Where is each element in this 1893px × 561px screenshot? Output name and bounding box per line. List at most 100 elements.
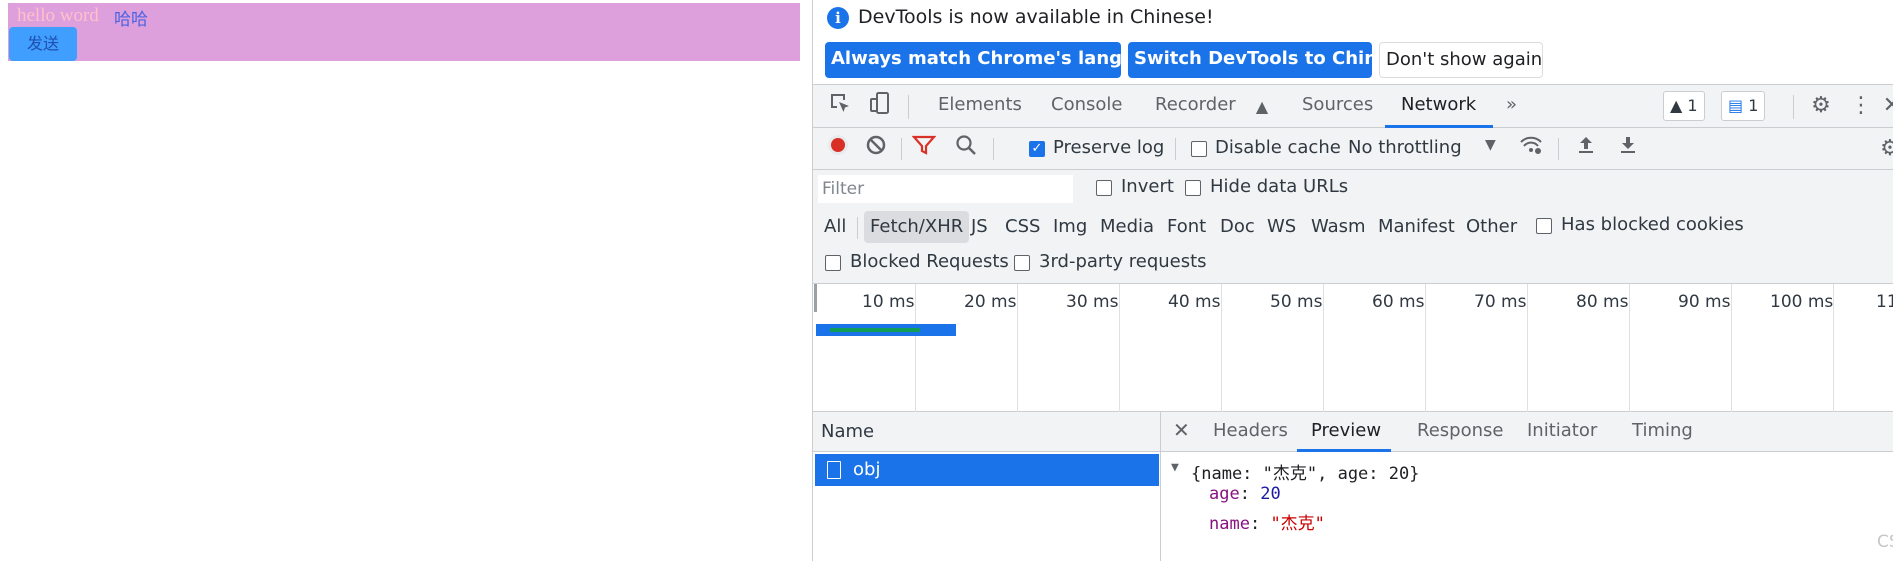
request-row[interactable]: obj — [815, 454, 1159, 486]
type-ws[interactable]: WS — [1265, 211, 1298, 243]
toolbar-separator — [1175, 138, 1176, 160]
timeline-tick — [1731, 284, 1732, 412]
document-icon — [827, 461, 841, 479]
type-wasm[interactable]: Wasm — [1309, 211, 1368, 243]
record-icon[interactable] — [823, 134, 853, 164]
toolbar-separator — [901, 138, 902, 160]
tab-recorder[interactable]: Recorder — [1155, 94, 1236, 115]
type-js[interactable]: JS — [969, 211, 990, 243]
warning-icon: ▲ — [1670, 96, 1683, 115]
network-timeline-overview[interactable]: 10 ms 20 ms 30 ms 40 ms 50 ms 60 ms 70 m… — [813, 284, 1893, 412]
json-summary: {name: "杰克", age: 20} — [1191, 464, 1420, 484]
has-blocked-cookies-label: Has blocked cookies — [1561, 214, 1744, 235]
name-property: name: "杰克" — [1209, 514, 1325, 534]
more-options-icon[interactable]: ⋮ — [1846, 91, 1876, 121]
request-name: obj — [853, 459, 881, 480]
message-icon: ▤ — [1728, 96, 1744, 115]
hide-data-urls-label: Hide data URLs — [1210, 176, 1349, 197]
type-other[interactable]: Other — [1464, 211, 1519, 243]
preserve-log-checkbox[interactable]: ✓ — [1029, 141, 1045, 157]
toolbar-separator — [993, 138, 994, 160]
message-count: 1 — [1748, 96, 1759, 115]
language-info-bar: i DevTools is now available in Chinese! … — [813, 0, 1893, 84]
watermark: CSDN @qq_26113771 — [1877, 532, 1893, 552]
timeline-tick — [1221, 284, 1222, 412]
tab-sources[interactable]: Sources — [1302, 94, 1373, 115]
tab-response[interactable]: Response — [1417, 420, 1503, 441]
devtools-main-toolbar: Elements Console Recorder ▲ Sources Netw… — [813, 84, 1893, 128]
network-conditions-icon[interactable] — [1516, 134, 1546, 164]
invert-label: Invert — [1121, 176, 1174, 197]
timeline-tick-label: 100 ms — [1770, 292, 1834, 312]
timeline-tick — [1629, 284, 1630, 412]
settings-gear-icon[interactable]: ⚙ — [1806, 91, 1836, 121]
flask-icon: ▲ — [1255, 97, 1269, 116]
preserve-log-label: Preserve log — [1053, 137, 1165, 158]
invert-checkbox[interactable] — [1096, 180, 1112, 196]
timeline-tick — [1527, 284, 1528, 412]
age-property: age: 20 — [1209, 484, 1281, 504]
network-settings-icon[interactable]: ⚙ — [1875, 134, 1893, 164]
expand-triangle-icon[interactable]: ▼ — [1171, 460, 1179, 475]
more-tabs-icon[interactable]: » — [1506, 94, 1517, 115]
send-button[interactable]: 发送 — [9, 27, 77, 61]
devtools-panel: i DevTools is now available in Chinese! … — [812, 0, 1893, 561]
hide-data-urls-checkbox[interactable] — [1185, 180, 1201, 196]
close-devtools-icon[interactable]: ✕ — [1877, 91, 1893, 121]
timeline-tick — [1425, 284, 1426, 412]
always-match-language-button[interactable]: Always match Chrome's language — [825, 42, 1172, 78]
blocked-requests-checkbox[interactable] — [825, 255, 841, 271]
tab-headers[interactable]: Headers — [1213, 420, 1288, 441]
hello-text: hello word — [17, 5, 99, 26]
export-har-icon[interactable] — [1613, 134, 1643, 164]
disable-cache-checkbox[interactable] — [1191, 141, 1207, 157]
dont-show-again-button[interactable]: Don't show again — [1379, 42, 1543, 78]
network-toolbar: ✓ Preserve log Disable cache No throttli… — [813, 128, 1893, 170]
filter-icon[interactable] — [909, 134, 939, 164]
blocked-requests-label: Blocked Requests — [850, 251, 1009, 272]
toolbar-separator — [1558, 138, 1559, 160]
tab-initiator[interactable]: Initiator — [1527, 420, 1597, 441]
age-key: age — [1209, 484, 1240, 504]
throttling-select[interactable]: No throttling — [1348, 137, 1462, 158]
type-img[interactable]: Img — [1051, 211, 1089, 243]
info-message: DevTools is now available in Chinese! — [858, 6, 1214, 28]
warnings-badge[interactable]: ▲ 1 — [1663, 91, 1705, 121]
import-har-icon[interactable] — [1571, 134, 1601, 164]
type-doc[interactable]: Doc — [1218, 211, 1257, 243]
chevron-down-icon[interactable]: ▼ — [1485, 137, 1496, 153]
type-separator — [857, 217, 858, 239]
close-icon[interactable]: ✕ — [1173, 418, 1190, 442]
tab-elements[interactable]: Elements — [938, 94, 1022, 115]
clear-icon[interactable] — [861, 134, 891, 164]
third-party-checkbox[interactable] — [1014, 255, 1030, 271]
type-font[interactable]: Font — [1165, 211, 1208, 243]
name-value: "杰克" — [1270, 514, 1325, 534]
switch-to-chinese-button[interactable]: Switch DevTools to Chinese — [1128, 42, 1412, 78]
messages-badge[interactable]: ▤ 1 — [1721, 91, 1766, 121]
type-css[interactable]: CSS — [1003, 211, 1042, 243]
timeline-tick — [1017, 284, 1018, 412]
type-manifest[interactable]: Manifest — [1376, 211, 1457, 243]
name-key: name — [1209, 514, 1250, 534]
tab-console[interactable]: Console — [1051, 94, 1122, 115]
tab-network[interactable]: Network — [1401, 94, 1476, 115]
has-blocked-cookies-checkbox[interactable] — [1536, 218, 1552, 234]
tab-preview[interactable]: Preview — [1311, 420, 1381, 441]
device-toolbar-icon[interactable] — [865, 91, 895, 121]
purple-container: hello word 哈哈 — [8, 3, 800, 61]
search-icon[interactable] — [951, 134, 981, 164]
type-media[interactable]: Media — [1098, 211, 1156, 243]
filter-bar: Filter Invert Hide data URLs All Fetch/X… — [813, 170, 1893, 284]
tab-timing[interactable]: Timing — [1632, 420, 1693, 441]
type-all[interactable]: All — [822, 211, 848, 243]
type-fetch-xhr[interactable]: Fetch/XHR — [864, 211, 970, 243]
inspect-element-icon[interactable] — [825, 91, 855, 121]
timeline-request-bar — [816, 324, 956, 336]
timeline-tick — [915, 284, 916, 412]
toolbar-separator — [1793, 95, 1794, 119]
filter-input[interactable]: Filter — [818, 175, 1073, 203]
timeline-tick-label: 80 ms — [1576, 292, 1629, 312]
timeline-tick-label: 30 ms — [1066, 292, 1119, 312]
name-column-header[interactable]: Name — [813, 412, 1160, 452]
